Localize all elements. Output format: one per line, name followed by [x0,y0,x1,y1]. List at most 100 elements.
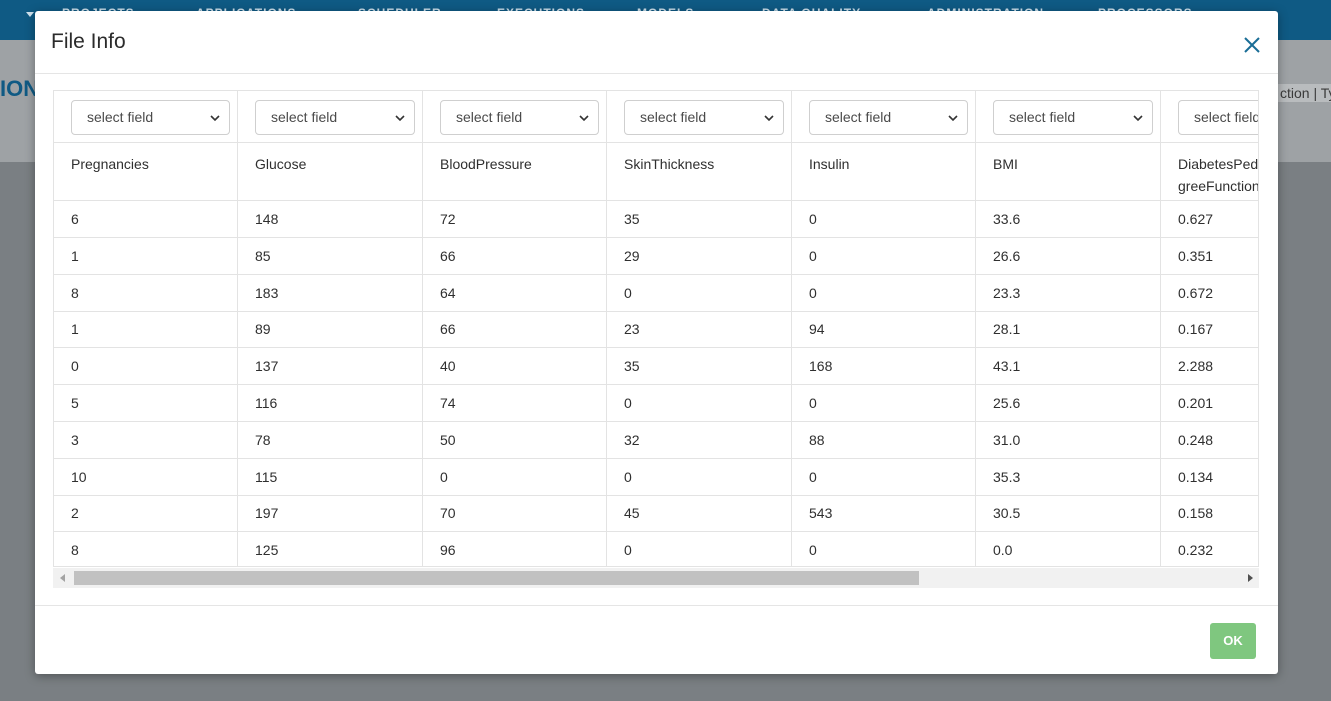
table-cell: 8 [71,542,79,559]
table-cell: 35.3 [993,468,1021,485]
field-select-dropdown[interactable]: select field [71,100,230,135]
chevron-down-icon [948,115,958,122]
table-cell: 116 [255,395,278,411]
field-select-dropdown[interactable]: select field [624,100,784,135]
table-cell: 0 [809,247,817,264]
table-cell: 0 [809,542,817,559]
chevron-down-icon [579,115,589,122]
table-cell: 1 [71,321,79,338]
table-cell: 96 [440,542,456,559]
table-cell: 10 [71,468,87,485]
column-header: SkinThickness [624,156,715,172]
table-cell: 45 [624,505,640,522]
table-cell: 0 [624,542,632,559]
select-placeholder: select field [1009,109,1076,125]
table-cell: 0.201 [1178,395,1214,411]
table-cell: 1 [71,247,79,264]
select-placeholder: select field [825,109,892,125]
ok-button[interactable]: OK [1210,623,1256,659]
table-cell: 3 [71,431,79,448]
column-header: DiabetesPedigreeFunction [1178,156,1259,194]
table-cell: 0.158 [1178,505,1214,522]
table-cell: 31.0 [993,431,1021,448]
table-cell: 66 [440,321,456,338]
table-cell: 74 [440,395,456,411]
table-cell: 30.5 [993,505,1021,522]
select-placeholder: select field [456,109,523,125]
modal-header: File Info [35,11,1278,74]
table-row: 8 183 64 0 0 23.3 0.672 [54,275,1258,312]
table-cell: 0 [624,468,632,485]
table-cell: 32 [624,431,640,448]
scrollbar-thumb[interactable] [74,571,919,585]
chevron-down-icon [764,115,774,122]
table-cell: 29 [624,247,640,264]
table-cell: 28.1 [993,321,1021,338]
table-cell: 0.134 [1178,468,1214,485]
table-cell: 66 [440,247,456,264]
table-cell: 0.672 [1178,284,1214,301]
table-cell: 35 [624,358,640,375]
field-select-dropdown[interactable]: select field [440,100,599,135]
table-cell: 0 [809,395,817,411]
field-select-row: select field select field select field sele… [54,91,1258,143]
field-select-dropdown[interactable]: select field [809,100,968,135]
table-cell: 0 [809,284,817,301]
table-cell: 85 [255,247,271,264]
scroll-right-icon[interactable] [1248,574,1253,582]
table-cell: 0.248 [1178,431,1214,448]
background-breadcrumb: ction | Ty [1276,84,1331,102]
column-header: Pregnancies [71,156,149,172]
table-cell: 168 [809,358,833,375]
table-row: 0 137 40 35 168 43.1 2.288 [54,348,1258,386]
table-cell: 50 [440,431,456,448]
table-cell: 94 [809,321,825,338]
field-select-dropdown[interactable]: select field [255,100,415,135]
table-row: 5 116 74 0 0 25.6 0.201 [54,385,1258,422]
table-cell: 2.288 [1178,358,1214,375]
table-cell: 0.351 [1178,247,1214,264]
scroll-left-icon[interactable] [60,574,65,582]
table-cell: 88 [809,431,825,448]
modal-footer: OK [35,605,1278,674]
table-cell: 23 [624,321,640,338]
table-cell: 8 [71,284,79,301]
chevron-down-icon[interactable] [26,12,34,17]
table-cell: 125 [255,542,279,559]
table-cell: 5 [71,395,79,411]
table-cell: 23.3 [993,284,1021,301]
table-cell: 35 [624,211,640,227]
table-cell: 2 [71,505,79,522]
close-button[interactable] [1242,35,1262,55]
table-cell: 72 [440,211,456,227]
table-cell: 0.0 [993,542,1013,559]
table-row: 6 148 72 35 0 33.6 0.627 [54,201,1258,238]
field-select-dropdown[interactable]: select field [993,100,1153,135]
horizontal-scrollbar[interactable] [53,568,1259,588]
table-cell: 33.6 [993,211,1021,227]
chevron-down-icon [1133,115,1143,122]
table-row: 3 78 50 32 88 31.0 0.248 [54,422,1258,459]
table-cell: 543 [809,505,833,522]
field-select-dropdown[interactable]: select field [1178,100,1258,135]
table-row: 1 89 66 23 94 28.1 0.167 [54,311,1258,349]
table-cell: 6 [71,211,79,227]
table-cell: 148 [255,211,279,227]
column-header: BloodPressure [440,156,532,172]
table-cell: 64 [440,284,456,301]
select-placeholder: select field [87,109,154,125]
table-row: 1 85 66 29 0 26.6 0.351 [54,238,1258,275]
table-cell: 0 [809,468,817,485]
table-cell: 40 [440,358,456,375]
table-cell: 0.627 [1178,211,1214,227]
table-cell: 0 [624,395,632,411]
close-icon [1244,37,1260,53]
table-cell: 0 [809,211,817,227]
table-cell: 197 [255,505,279,522]
file-info-modal: File Info select field select field select… [35,11,1278,674]
table-row: 10 115 0 0 0 35.3 0.134 [54,459,1258,496]
select-placeholder: select field [271,109,338,125]
table-cell: 0 [71,358,79,375]
background-page-title: ION [0,76,40,101]
data-preview-table: select field select field select field sele… [53,90,1259,567]
